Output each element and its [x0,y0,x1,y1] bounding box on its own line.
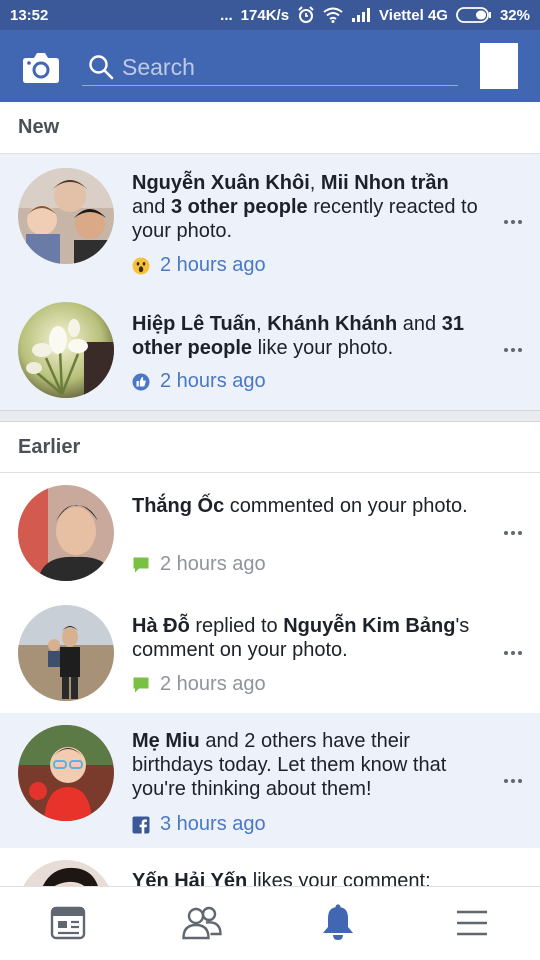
actor-name: Thắng Ốc [132,495,225,517]
bell-icon [320,903,356,947]
actor-name: Hà Đỗ [132,615,190,637]
notification-text: Mẹ Miu and 2 others have their birthdays… [132,729,482,801]
separator: , [256,313,268,335]
news-feed-tab[interactable] [48,905,88,945]
notification-item[interactable]: Nguyễn Xuân Khôi, Mii Nhon trần and 3 ot… [0,154,540,288]
section-title-earlier: Earlier [18,435,81,458]
like-reaction-icon [132,373,150,391]
actor-name: Mẹ Miu [132,730,200,752]
signal-icon [351,8,371,22]
notification-meta: 3 hours ago [132,813,266,836]
search-input[interactable] [122,50,442,84]
status-indicators: ... 174K/s Viettel 4G 32% [220,6,530,24]
separator: , [309,172,321,194]
camera-icon[interactable] [22,50,60,84]
news-feed-icon [50,905,86,946]
more-options-button[interactable] [498,523,528,543]
notification-meta: 2 hours ago [132,370,266,393]
more-options-button[interactable] [498,340,528,360]
notification-body: like your photo. [252,337,394,359]
search-icon [88,54,114,80]
actor-name: Hiệp Lê Tuấn [132,313,257,335]
timestamp: 2 hours ago [160,553,266,575]
wow-reaction-icon [132,257,150,275]
clock: 13:52 [10,6,49,24]
section-title-new: New [18,116,60,138]
others-count: 3 other people [170,196,308,218]
section-header-new: New [0,102,540,154]
notification-body: likes your comment: [247,870,431,886]
section-header-earlier: Earlier [0,422,540,473]
notification-meta: 2 hours ago [132,254,266,277]
notification-item[interactable]: Hiệp Lê Tuấn, Khánh Khánh and 31 other p… [0,288,540,410]
notification-text: Thắng Ốc commented on your photo. [132,494,482,518]
avatar [18,605,114,701]
profile-thumbnail[interactable] [480,43,518,89]
more-options-button[interactable] [498,771,528,791]
more-indicator: ... [220,6,233,24]
actor-name: Nguyễn Xuân Khôi [132,172,310,194]
actor-name: Khánh Khánh [267,313,398,335]
comment-icon [132,556,150,574]
avatar [18,725,114,821]
timestamp: 2 hours ago [160,254,266,276]
app-header [0,30,540,102]
notification-meta: 2 hours ago [132,553,266,576]
timestamp: 3 hours ago [160,813,266,835]
more-options-button[interactable] [498,212,528,232]
carrier-name: Viettel 4G [379,6,448,24]
notification-item[interactable]: Yến Hải Yến likes your comment: [0,848,540,886]
bottom-navigation [0,886,540,960]
friends-icon [182,905,222,946]
notification-text: Hiệp Lê Tuấn, Khánh Khánh and 31 other p… [132,312,482,360]
more-options-button[interactable] [498,643,528,663]
actor-name: Mii Nhon trần [320,172,449,194]
network-speed: 174K/s [240,6,290,24]
avatar [18,485,114,581]
notification-meta: 2 hours ago [132,673,266,696]
battery-percent: 32% [499,6,530,24]
hamburger-menu-icon [455,909,489,942]
notification-item[interactable]: Thắng Ốc commented on your photo. 2 hour… [0,473,540,593]
status-bar: 13:52 ... 174K/s Viettel 4G 32% [0,0,540,30]
notifications-tab[interactable] [318,903,358,947]
notification-body: commented on your photo. [224,495,468,517]
notification-item[interactable]: Mẹ Miu and 2 others have their birthdays… [0,713,540,848]
notification-item[interactable]: Hà Đỗ replied to Nguyễn Kim Bảng's comme… [0,593,540,713]
avatar [18,860,114,886]
wifi-icon [323,7,343,23]
connector-text: replied to [189,615,284,637]
avatar [18,302,114,398]
comment-icon [132,676,150,694]
alarm-icon [297,6,315,24]
notification-text: Yến Hải Yến likes your comment: [132,869,482,886]
section-divider [0,410,540,422]
actor-name: Nguyễn Kim Bảng [283,615,456,637]
battery-icon [456,7,492,23]
connector-text: and [397,313,442,335]
actor-name: Yến Hải Yến [132,870,248,886]
friends-tab[interactable] [182,905,222,945]
avatar [18,168,114,264]
notification-text: Hà Đỗ replied to Nguyễn Kim Bảng's comme… [132,614,482,662]
timestamp: 2 hours ago [160,673,266,695]
connector-text: and [132,196,171,218]
search-bar[interactable] [82,48,458,86]
facebook-icon [132,816,150,834]
notification-text: Nguyễn Xuân Khôi, Mii Nhon trần and 3 ot… [132,171,482,243]
timestamp: 2 hours ago [160,370,266,392]
menu-tab[interactable] [452,905,492,945]
